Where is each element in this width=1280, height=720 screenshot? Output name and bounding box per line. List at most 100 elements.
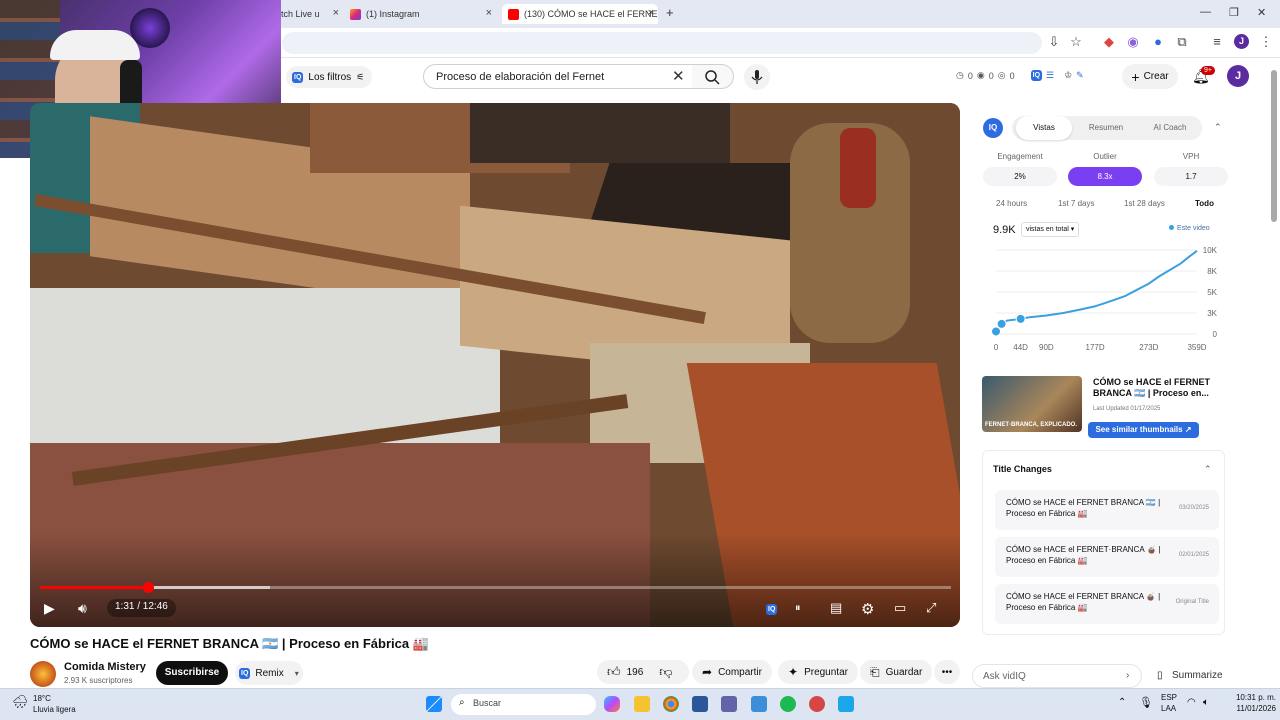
install-app-icon[interactable]: ⇩ [1046, 34, 1062, 50]
clear-search-icon[interactable]: ✕ [672, 67, 685, 85]
weather-temp[interactable]: 18°C [33, 694, 51, 703]
thumbnail-caption: FERNET·BRANCA, EXPLICADO. [985, 422, 1078, 428]
search-icon: ⌕ [459, 697, 465, 708]
save-button[interactable]: ⎗ Guardar [860, 660, 933, 684]
mail-icon[interactable] [751, 696, 767, 712]
file-explorer-icon[interactable] [634, 696, 650, 712]
title-change-date: 02/01/2025 [1178, 552, 1209, 558]
tab-ai-coach[interactable]: AI Coach [1140, 116, 1200, 140]
account-avatar[interactable]: J [1227, 65, 1249, 87]
ask-button[interactable]: ✦ Preguntar [778, 660, 858, 684]
search-input[interactable]: Proceso de elaboración del Fernet [423, 64, 693, 89]
spotify-icon[interactable] [780, 696, 796, 712]
address-bar[interactable] [282, 32, 1042, 54]
language-indicator[interactable]: ESP [1161, 693, 1177, 702]
clock-time[interactable]: 10:31 p. m. [1216, 693, 1276, 702]
tab-close-icon[interactable]: × [333, 7, 339, 19]
tab-instagram[interactable]: (1) Instagram × [344, 4, 496, 24]
subtitles-icon[interactable]: ▤ [830, 600, 842, 616]
range-7-days[interactable]: 1st 7 days [1058, 199, 1094, 208]
restore-icon[interactable]: ❐ [1229, 6, 1239, 19]
instagram-icon [350, 8, 361, 20]
eye-icon: ◉ [976, 70, 985, 80]
play-icon[interactable]: ▶ [44, 600, 55, 617]
views-metric-select[interactable]: vistas en total ▾ [1021, 222, 1080, 237]
tab-youtube[interactable]: (130) CÓMO se HACE el FERNE × [502, 4, 658, 24]
autoplay-toggle-icon[interactable]: ⏸︎ [795, 602, 801, 615]
extension-icon[interactable]: ◆ [1101, 34, 1117, 50]
list-icon[interactable]: ☰ [1046, 70, 1054, 81]
vidiq-badge-icon[interactable]: IQ [1030, 70, 1043, 81]
microphone-icon [751, 70, 763, 84]
close-window-icon[interactable]: ✕ [1257, 6, 1266, 19]
chevron-right-icon[interactable]: › [1126, 670, 1129, 681]
see-similar-thumbnails-button[interactable]: See similar thumbnails ↗ [1088, 422, 1199, 438]
theater-mode-icon[interactable]: ▭ [894, 600, 906, 616]
profile-avatar[interactable]: J [1234, 34, 1249, 49]
summarize-button[interactable]: Summarize [1172, 670, 1223, 681]
fullscreen-icon[interactable]: ⤢ [926, 600, 936, 616]
volume-icon[interactable]: 🔊︎ [78, 600, 87, 617]
obs-icon[interactable] [809, 696, 825, 712]
bookmark-star-icon[interactable]: ☆ [1068, 34, 1084, 50]
settings-gear-icon[interactable]: ⚙ [861, 600, 874, 618]
extension-icon[interactable]: ◉ [1125, 34, 1141, 50]
collapse-chevron-icon[interactable]: ⌃ [1214, 122, 1222, 133]
vidiq-extension-icon[interactable]: ● [1150, 34, 1166, 50]
tab-twitch[interactable]: tch Live u × [281, 4, 343, 24]
video-player[interactable] [30, 103, 960, 627]
facebook-app-icon[interactable] [838, 696, 854, 712]
volume-tray-icon[interactable]: 🔈︎ [1203, 697, 1209, 708]
share-button[interactable]: ➦ Compartir [692, 660, 772, 684]
title-change-date: Original Title [1175, 599, 1209, 605]
filters-label: Los filtros [308, 71, 352, 83]
wifi-icon[interactable]: ◠ [1187, 697, 1196, 708]
collapse-chevron-icon[interactable]: ⌃ [1204, 464, 1212, 475]
channel-name[interactable]: Comida Mistery [64, 661, 146, 673]
tray-chevron-up-icon[interactable]: ⌃ [1118, 697, 1126, 708]
range-24-hours[interactable]: 24 hours [996, 199, 1027, 208]
more-actions-button[interactable]: ••• [934, 660, 960, 684]
ask-label: Preguntar [804, 666, 848, 678]
tab-close-icon[interactable]: × [648, 7, 654, 19]
frame-dark-spice [470, 103, 730, 163]
chart-y-tick-label: 0 [1213, 330, 1218, 339]
more-horizontal-icon: ••• [941, 666, 953, 678]
trophy-icon[interactable]: ♔ [1064, 70, 1072, 81]
word-icon[interactable] [692, 696, 708, 712]
minimize-icon[interactable]: — [1200, 6, 1211, 18]
edit-icon[interactable]: ✎ [1076, 70, 1084, 81]
voice-search-button[interactable] [744, 64, 770, 90]
tab-resumen[interactable]: Resumen [1078, 116, 1134, 140]
teams-icon[interactable] [721, 696, 737, 712]
create-button[interactable]: + Crear [1122, 64, 1178, 89]
dislike-icon[interactable]: 👎︎ [659, 664, 672, 680]
ask-vidiq-input[interactable]: Ask vidIQ [972, 664, 1142, 688]
channel-avatar[interactable] [30, 661, 56, 687]
tab-vistas[interactable]: Vistas [1016, 116, 1072, 140]
windows-start-icon[interactable] [426, 696, 442, 712]
microphone-tray-icon[interactable]: 🎙︎ [1139, 696, 1153, 709]
reading-list-icon[interactable]: ≡ [1209, 34, 1225, 50]
range-28-days[interactable]: 1st 28 days [1124, 199, 1165, 208]
browser-menu-icon[interactable]: ⋮ [1258, 34, 1274, 50]
extensions-puzzle-icon[interactable]: ⧉ [1174, 34, 1190, 50]
remix-button[interactable]: IQ Remix ▾ [235, 661, 303, 685]
metric-value-outlier: 8.3x [1068, 167, 1142, 186]
thumbnail-updated: Last Updated 01/17/2025 [1093, 406, 1161, 412]
like-icon[interactable]: 👍︎ [607, 664, 621, 680]
chrome-icon[interactable] [663, 696, 679, 712]
taskbar-search[interactable]: Buscar [451, 694, 596, 715]
range-todo[interactable]: Todo [1195, 199, 1214, 208]
copilot-icon[interactable] [604, 696, 620, 712]
thumbnail-preview[interactable]: FERNET·BRANCA, EXPLICADO. [982, 376, 1082, 432]
tab-close-icon[interactable]: × [486, 7, 492, 19]
filters-button[interactable]: IQ Los filtros ⚟ [286, 66, 373, 88]
views-chart: 0 3K 5K 8K 10K 0 44D 90D 177D 273D 359D [991, 246, 1218, 352]
subscribe-button[interactable]: Suscribirse [156, 661, 228, 685]
new-tab-button[interactable]: + [666, 5, 674, 20]
search-button[interactable] [692, 64, 734, 89]
page-scrollbar[interactable] [1271, 70, 1277, 222]
chart-y-tick-label: 3K [1207, 309, 1217, 318]
vidiq-player-icon[interactable]: IQ [766, 603, 778, 615]
